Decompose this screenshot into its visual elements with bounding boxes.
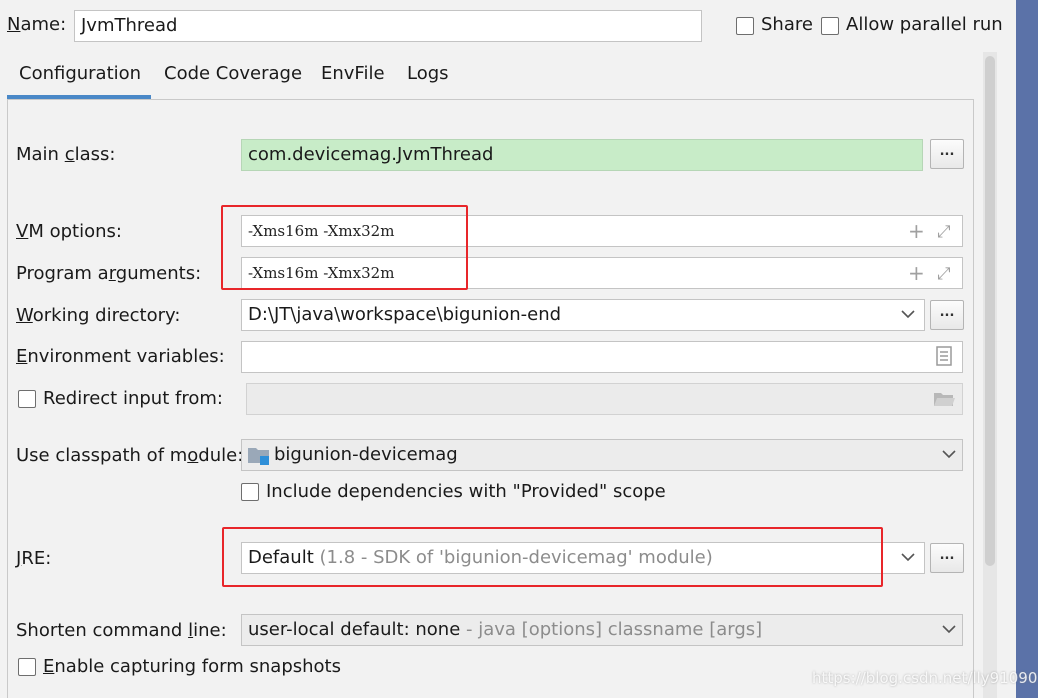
main-class-input[interactable]: com.devicemag.JvmThread	[241, 139, 923, 171]
name-input[interactable]: JvmThread	[74, 10, 702, 42]
tab-configuration[interactable]: Configuration	[19, 63, 141, 84]
tab-code-coverage[interactable]: Code Coverage	[164, 63, 302, 84]
highlight-box-vm-program	[221, 205, 468, 290]
main-class-browse-button[interactable]: ...	[930, 139, 964, 169]
program-arguments-label: Program arguments:	[16, 263, 202, 284]
environment-variables-input[interactable]	[241, 341, 963, 373]
allow-parallel-label: Allow parallel run	[846, 14, 1003, 35]
plus-icon[interactable]: +	[908, 221, 925, 241]
chevron-down-icon[interactable]	[900, 551, 916, 563]
classpath-module-select[interactable]: bigunion-devicemag	[241, 439, 963, 471]
share-checkbox[interactable]	[736, 17, 754, 35]
allow-parallel-checkbox[interactable]	[821, 17, 839, 35]
vm-options-label: VM options:	[16, 221, 122, 242]
redirect-input-field	[246, 383, 963, 415]
share-label: Share	[761, 14, 813, 35]
shorten-hint: - java [options] classname [args]	[466, 619, 763, 640]
document-icon[interactable]	[935, 346, 953, 366]
redirect-input-label: Redirect input from:	[43, 388, 223, 409]
main-class-label: Main class:	[16, 144, 116, 165]
jre-label: JRE:	[16, 548, 52, 569]
shorten-value: user-local default: none	[248, 619, 461, 640]
redirect-input-checkbox[interactable]	[18, 390, 36, 408]
tab-envfile[interactable]: EnvFile	[321, 63, 385, 84]
expand-icon[interactable]: ⤢	[937, 264, 951, 284]
classpath-module-label: Use classpath of module:	[16, 445, 244, 466]
name-label: Name:	[7, 14, 67, 35]
chevron-down-icon[interactable]	[900, 308, 916, 320]
shorten-command-line-label: Shorten command line:	[16, 620, 227, 641]
chevron-down-icon[interactable]	[941, 448, 957, 460]
include-dependencies-checkbox[interactable]	[241, 483, 259, 501]
environment-variables-label: Environment variables:	[16, 346, 225, 367]
module-folder-icon	[248, 448, 269, 465]
working-directory-input[interactable]: D:\JT\java\workspace\bigunion-end	[241, 299, 925, 331]
form-snapshots-label: Enable capturing form snapshots	[43, 656, 341, 677]
plus-icon[interactable]: +	[908, 263, 925, 283]
working-directory-browse-button[interactable]: ...	[930, 300, 964, 330]
highlight-box-jre	[222, 527, 883, 587]
include-dependencies-label: Include dependencies with "Provided" sco…	[266, 481, 666, 502]
jre-browse-button[interactable]: ...	[930, 543, 964, 573]
folder-icon	[934, 393, 955, 406]
tab-logs[interactable]: Logs	[407, 63, 449, 84]
working-directory-label: Working directory:	[16, 305, 181, 326]
watermark: https://blog.csdn.net/lly910905	[812, 669, 1038, 687]
expand-icon[interactable]: ⤢	[937, 222, 951, 242]
window-edge-bar	[1016, 0, 1038, 698]
shorten-command-line-select[interactable]: user-local default: none - java [options…	[241, 614, 963, 646]
scrollbar-thumb[interactable]	[985, 56, 995, 566]
form-snapshots-checkbox[interactable]	[18, 658, 36, 676]
chevron-down-icon[interactable]	[941, 623, 957, 635]
